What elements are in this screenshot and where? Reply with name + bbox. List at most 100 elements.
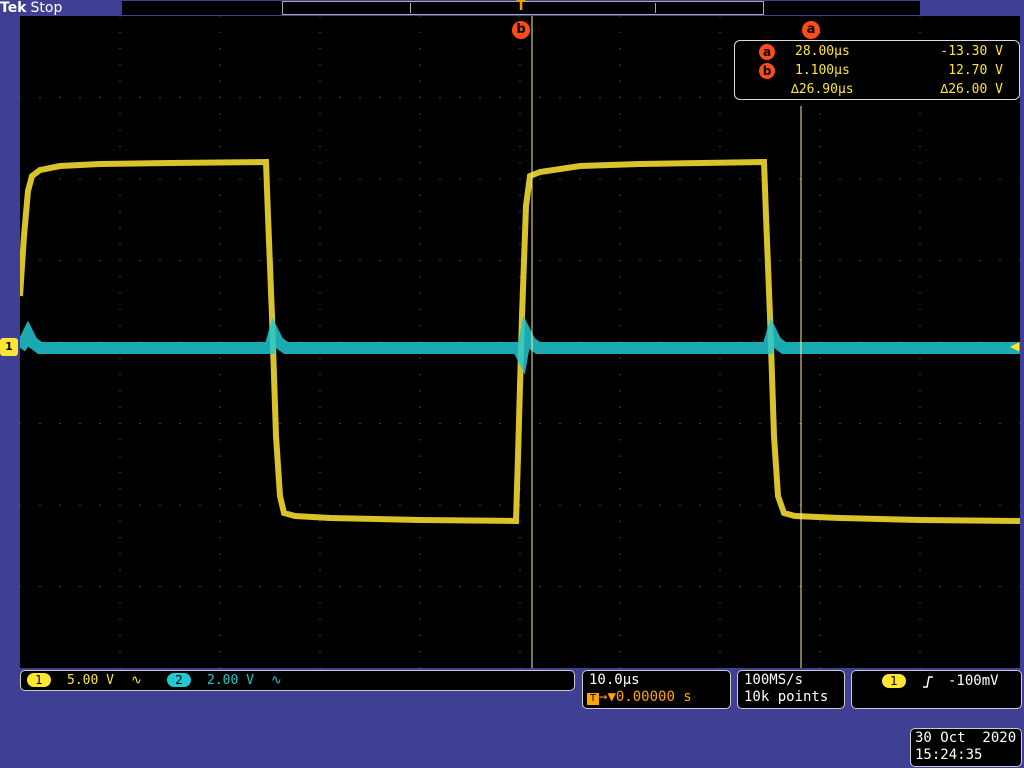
grid-dot bbox=[419, 145, 421, 147]
grid-dot bbox=[499, 586, 501, 587]
grid-dot bbox=[719, 586, 721, 587]
grid-dot bbox=[979, 423, 981, 424]
grid-dot bbox=[99, 97, 101, 98]
grid-dot bbox=[819, 455, 821, 457]
grid-dot bbox=[379, 178, 381, 180]
brand-logo: Tek bbox=[0, 0, 27, 16]
grid-dot bbox=[59, 586, 61, 587]
grid-dot bbox=[619, 390, 621, 392]
grid-dot bbox=[699, 423, 701, 424]
trigger-position-row[interactable]: T →▼0.00000 s bbox=[587, 689, 692, 705]
cursor-b-handle[interactable]: b bbox=[512, 21, 530, 39]
cursor-readout-row-delta: ∆26.90µs ∆26.00 V bbox=[735, 81, 1019, 99]
cursor-readout-row-b: b 1.100µs 12.70 V bbox=[735, 62, 1019, 80]
grid-dot bbox=[1019, 97, 1020, 98]
grid-dot bbox=[679, 586, 681, 587]
ch1-ground-marker[interactable]: 1 bbox=[0, 338, 18, 356]
grid-dot bbox=[219, 667, 221, 668]
grid-dot bbox=[619, 145, 621, 147]
grid-dot bbox=[219, 504, 221, 506]
grid-dot bbox=[419, 455, 421, 457]
grid-dot bbox=[519, 634, 521, 636]
grid-dot bbox=[719, 308, 721, 310]
grid-dot bbox=[719, 211, 721, 213]
grid-dot bbox=[319, 504, 321, 506]
grid-dot bbox=[59, 504, 61, 506]
ch2-badge[interactable]: 2 bbox=[167, 673, 191, 687]
ch1-badge[interactable]: 1 bbox=[27, 673, 51, 687]
grid-dot bbox=[139, 586, 141, 587]
grid-dot bbox=[20, 97, 21, 98]
grid-dot bbox=[839, 586, 841, 587]
trigger-position-marker[interactable]: T bbox=[516, 0, 526, 14]
grid-dot bbox=[119, 667, 121, 668]
rising-edge-icon bbox=[923, 676, 933, 688]
grid-dot bbox=[859, 586, 861, 587]
grid-dot bbox=[659, 504, 661, 506]
grid-dot bbox=[799, 178, 801, 180]
grid-dot bbox=[219, 423, 221, 424]
grid-dot bbox=[459, 586, 461, 587]
trigger-panel[interactable]: 1 -100mV bbox=[851, 670, 1022, 709]
timebase-panel[interactable]: 10.0µs T →▼0.00000 s bbox=[582, 670, 731, 709]
grid-dot bbox=[419, 406, 421, 408]
grid-dot bbox=[379, 423, 381, 424]
grid-dot bbox=[419, 292, 421, 294]
grid-dot bbox=[699, 260, 701, 261]
grid-dot bbox=[219, 406, 221, 408]
grid-dot bbox=[499, 504, 501, 506]
grid-dot bbox=[119, 586, 121, 587]
grid-dot bbox=[259, 97, 261, 98]
grid-dot bbox=[919, 260, 921, 261]
grid-dot bbox=[379, 260, 381, 261]
trigger-level-marker[interactable]: ◀ bbox=[1010, 340, 1020, 352]
grid-dot bbox=[519, 48, 521, 50]
grid-dot bbox=[299, 423, 301, 424]
ch2-scale[interactable]: 2.00 V bbox=[207, 672, 254, 689]
grid-dot bbox=[319, 488, 321, 490]
grid-dot bbox=[319, 211, 321, 213]
trigger-t-icon: T bbox=[587, 693, 599, 705]
grid-dot bbox=[619, 227, 621, 229]
grid-dot bbox=[619, 634, 621, 636]
grid-dot bbox=[319, 243, 321, 245]
cursor-b-voltage: 12.70 V bbox=[948, 63, 1003, 78]
grid-dot bbox=[339, 260, 341, 261]
grid-dot bbox=[59, 260, 61, 261]
grid-dot bbox=[39, 423, 41, 424]
grid-dot bbox=[59, 423, 61, 424]
grid-dot bbox=[1019, 586, 1020, 587]
trigger-level[interactable]: -100mV bbox=[948, 673, 999, 689]
channel-settings-panel[interactable]: 1 5.00 V ∿ 2 2.00 V ∿ bbox=[20, 670, 575, 691]
grid-dot bbox=[119, 292, 121, 294]
grid-dot bbox=[319, 292, 321, 294]
grid-dot bbox=[619, 243, 621, 245]
timebase-scale[interactable]: 10.0µs bbox=[589, 672, 640, 688]
grid-dot bbox=[919, 537, 921, 539]
grid-dot bbox=[319, 423, 321, 424]
grid-dot bbox=[559, 178, 561, 180]
trigger-source-badge[interactable]: 1 bbox=[882, 674, 906, 688]
grid-dot bbox=[259, 504, 261, 506]
grid-dot bbox=[339, 586, 341, 587]
grid-dot bbox=[219, 48, 221, 50]
grid-dot bbox=[399, 260, 401, 261]
grid-dot bbox=[919, 113, 921, 115]
acquisition-panel[interactable]: 100MS/s 10k points bbox=[737, 670, 845, 709]
waveform-graticule bbox=[20, 16, 1020, 668]
grid-dot bbox=[719, 16, 721, 17]
grid-dot bbox=[479, 260, 481, 261]
grid-dot bbox=[359, 178, 361, 180]
grid-dot bbox=[319, 357, 321, 359]
grid-dot bbox=[499, 97, 501, 98]
grid-dot bbox=[719, 145, 721, 147]
ch1-scale[interactable]: 5.00 V bbox=[67, 672, 114, 689]
grid-dot bbox=[679, 423, 681, 424]
grid-dot bbox=[99, 178, 101, 180]
grid-dot bbox=[219, 390, 221, 392]
grid-dot bbox=[239, 97, 241, 98]
grid-dot bbox=[739, 586, 741, 587]
grid-dot bbox=[219, 113, 221, 115]
cursor-a-handle[interactable]: a bbox=[802, 21, 820, 39]
grid-dot bbox=[719, 553, 721, 555]
